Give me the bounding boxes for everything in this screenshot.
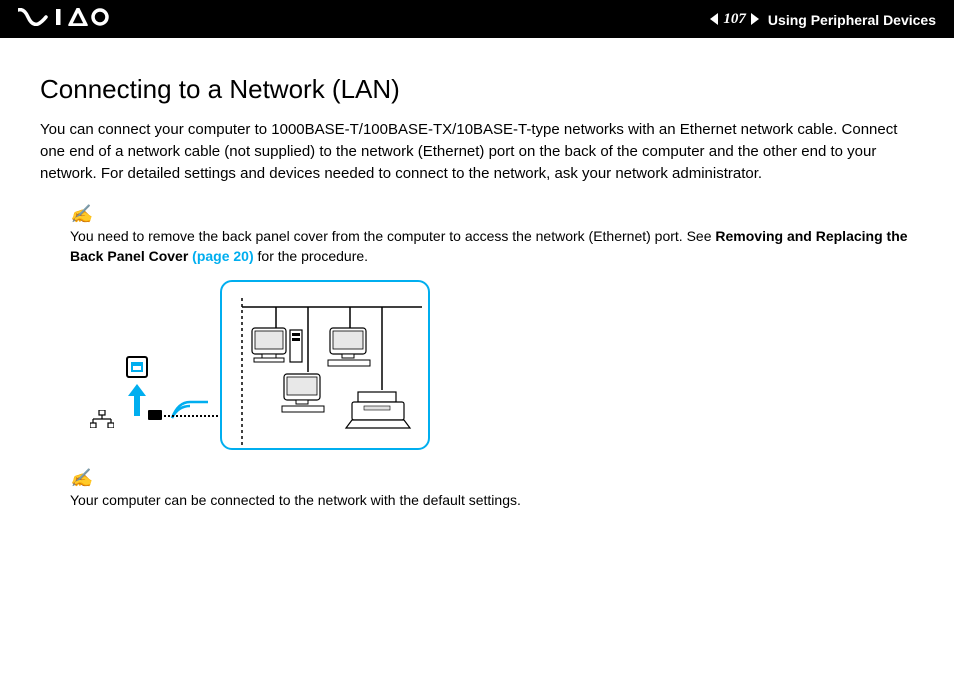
section-title: Using Peripheral Devices — [768, 12, 936, 28]
note-1-link[interactable]: (page 20) — [192, 248, 253, 264]
page-nav: 107 — [707, 11, 762, 28]
intro-paragraph: You can connect your computer to 1000BAS… — [40, 119, 914, 184]
page-number: 107 — [723, 11, 746, 28]
note-1-post: for the procedure. — [254, 248, 368, 264]
prev-page-icon[interactable] — [707, 12, 721, 26]
ethernet-port-icon — [126, 356, 148, 378]
note-icon: ✍ — [70, 468, 92, 489]
content-area: Connecting to a Network (LAN) You can co… — [0, 38, 954, 545]
diagram-left-icons — [70, 280, 210, 450]
arrow-up-icon — [128, 384, 146, 416]
network-hub-icon — [90, 410, 114, 428]
next-page-icon[interactable] — [748, 12, 762, 26]
note-icon: ✍ — [70, 204, 92, 225]
page-title: Connecting to a Network (LAN) — [40, 74, 914, 105]
note-1: ✍ You need to remove the back panel cove… — [70, 204, 914, 266]
header-right: 107 Using Peripheral Devices — [707, 10, 936, 28]
header-bar: 107 Using Peripheral Devices — [0, 0, 954, 38]
network-box — [220, 280, 430, 450]
note-1-pre: You need to remove the back panel cover … — [70, 228, 715, 244]
note-1-text: You need to remove the back panel cover … — [70, 227, 914, 266]
network-diagram — [70, 280, 914, 450]
network-illustration — [222, 282, 432, 452]
cable-plug-icon — [148, 410, 162, 420]
vaio-logo — [18, 8, 110, 31]
note-2: ✍ Your computer can be connected to the … — [70, 468, 914, 511]
note-2-text: Your computer can be connected to the ne… — [70, 491, 914, 511]
